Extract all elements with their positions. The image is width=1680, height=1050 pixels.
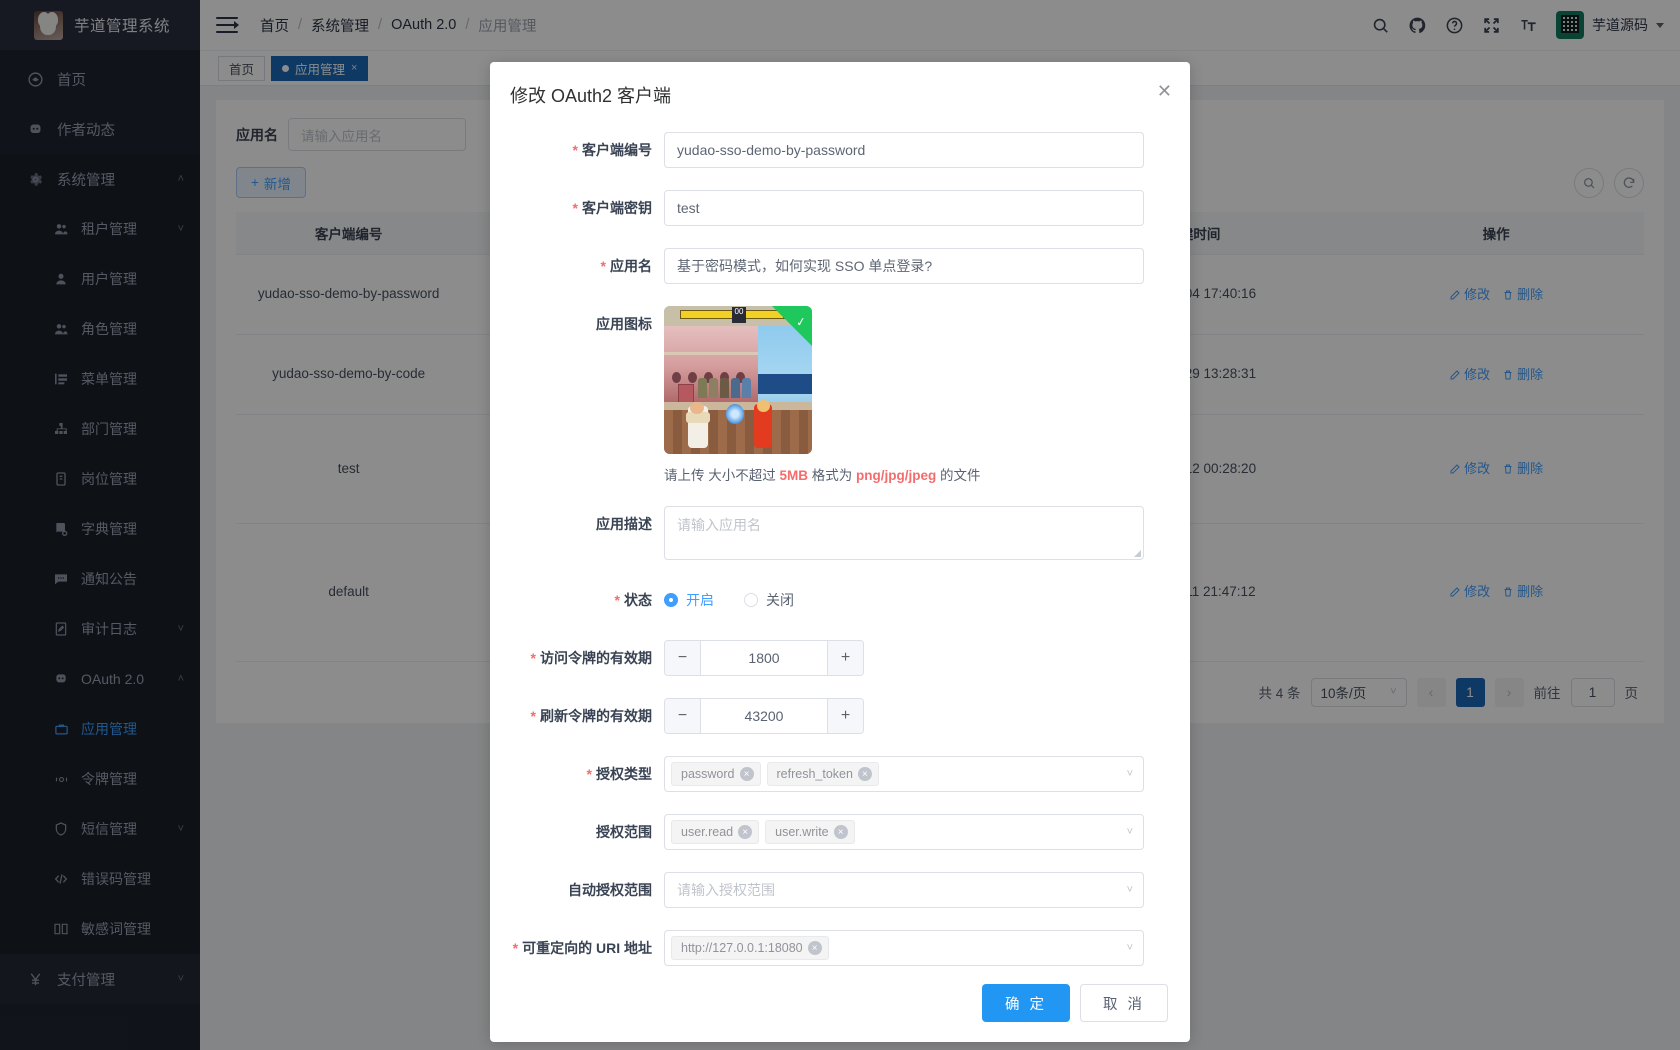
close-icon[interactable]: ✕ — [1157, 82, 1172, 100]
dialog-body: 客户端编号 yudao-sso-demo-by-password 客户端密钥 t… — [490, 108, 1190, 974]
chip[interactable]: user.write × — [765, 820, 855, 844]
chip-label: http://127.0.0.1:18080 — [681, 941, 803, 955]
field-app-icon: 应用图标 — [494, 306, 1166, 484]
chip-label: user.read — [681, 825, 733, 839]
chip-label: password — [681, 767, 735, 781]
field-label: 应用图标 — [494, 306, 664, 342]
refresh-token-validity-value[interactable]: 43200 — [701, 699, 827, 733]
chip[interactable]: http://127.0.0.1:18080 × — [671, 936, 829, 960]
edit-oauth2-client-dialog: 修改 OAuth2 客户端 ✕ 客户端编号 yudao-sso-demo-by-… — [490, 62, 1190, 1042]
client-id-input[interactable]: yudao-sso-demo-by-password — [664, 132, 1144, 168]
hint-suffix: 的文件 — [936, 468, 980, 483]
radio-dot-icon — [744, 593, 758, 607]
plus-icon[interactable]: + — [827, 641, 863, 675]
field-label: 应用描述 — [494, 506, 664, 542]
chevron-down-icon: ˅ — [1127, 884, 1133, 896]
chevron-down-icon: ˅ — [1127, 826, 1133, 838]
chip-close-icon[interactable]: × — [808, 941, 822, 955]
app-root: 芋道管理系统 首页 作者动态 系统管理 ˄ 租户管理 ˅ — [0, 0, 1680, 1050]
chip[interactable]: user.read × — [671, 820, 759, 844]
redirect-uris-select[interactable]: http://127.0.0.1:18080 × ˅ — [664, 930, 1144, 966]
app-description-textarea[interactable]: 请输入应用名 — [664, 506, 1144, 560]
scopes-select[interactable]: user.read × user.write × ˅ — [664, 814, 1144, 850]
chip-close-icon[interactable]: × — [834, 825, 848, 839]
hint-size: 5MB — [780, 468, 809, 483]
chip-close-icon[interactable]: × — [740, 767, 754, 781]
field-status: 状态 开启 关闭 — [494, 582, 1166, 618]
field-label: 授权范围 — [494, 814, 664, 850]
minus-icon[interactable]: − — [665, 641, 701, 675]
access-token-validity-value[interactable]: 1800 — [701, 641, 827, 675]
status-radio-disabled[interactable]: 关闭 — [744, 590, 794, 610]
upload-hint: 请上传 大小不超过 5MB 格式为 png/jpg/jpeg 的文件 — [664, 464, 1144, 484]
hint-prefix: 请上传 大小不超过 — [664, 468, 780, 483]
check-icon: ✓ — [795, 314, 807, 329]
field-access-token-validity: 访问令牌的有效期 − 1800 + — [494, 640, 1166, 676]
field-redirect-uris: 可重定向的 URI 地址 http://127.0.0.1:18080 × ˅ — [494, 930, 1166, 966]
chip-label: user.write — [775, 825, 829, 839]
dialog-header: 修改 OAuth2 客户端 ✕ — [490, 62, 1190, 108]
refresh-token-validity-stepper[interactable]: − 43200 + — [664, 698, 864, 734]
field-app-name: 应用名 基于密码模式，如何实现 SSO 单点登录? — [494, 248, 1166, 284]
field-label: 可重定向的 URI 地址 — [494, 930, 664, 966]
field-label: 客户端密钥 — [494, 190, 664, 226]
cancel-button[interactable]: 取 消 — [1080, 984, 1168, 1022]
client-secret-input[interactable]: test — [664, 190, 1144, 226]
radio-dot-icon — [664, 593, 678, 607]
minus-icon[interactable]: − — [665, 699, 701, 733]
plus-icon[interactable]: + — [827, 699, 863, 733]
field-label: 刷新令牌的有效期 — [494, 698, 664, 734]
hint-formats: png/jpg/jpeg — [856, 468, 936, 483]
grant-types-select[interactable]: password × refresh_token × ˅ — [664, 756, 1144, 792]
field-label: 客户端编号 — [494, 132, 664, 168]
confirm-button[interactable]: 确 定 — [982, 984, 1070, 1022]
field-label: 授权类型 — [494, 756, 664, 792]
select-placeholder: 请输入授权范围 — [671, 880, 775, 900]
app-icon-upload-preview[interactable]: 00 ✓ — [664, 306, 812, 454]
status-radio-enabled[interactable]: 开启 — [664, 590, 714, 610]
dialog-footer: 确 定 取 消 — [490, 974, 1190, 1042]
auto-approve-scopes-select[interactable]: 请输入授权范围 ˅ — [664, 872, 1144, 908]
field-grant-types: 授权类型 password × refresh_token × ˅ — [494, 756, 1166, 792]
dialog-title: 修改 OAuth2 客户端 — [510, 82, 1170, 108]
chip-label: refresh_token — [777, 767, 853, 781]
app-name-input[interactable]: 基于密码模式，如何实现 SSO 单点登录? — [664, 248, 1144, 284]
field-refresh-token-validity: 刷新令牌的有效期 − 43200 + — [494, 698, 1166, 734]
chevron-down-icon: ˅ — [1127, 942, 1133, 954]
radio-label: 关闭 — [766, 590, 794, 610]
field-client-secret: 客户端密钥 test — [494, 190, 1166, 226]
field-label: 访问令牌的有效期 — [494, 640, 664, 676]
field-label: 自动授权范围 — [494, 872, 664, 908]
chevron-down-icon: ˅ — [1127, 768, 1133, 780]
chip-close-icon[interactable]: × — [858, 767, 872, 781]
chip[interactable]: password × — [671, 762, 761, 786]
field-label: 状态 — [494, 582, 664, 618]
field-scopes: 授权范围 user.read × user.write × ˅ — [494, 814, 1166, 850]
chip[interactable]: refresh_token × — [767, 762, 879, 786]
field-app-description: 应用描述 请输入应用名 — [494, 506, 1166, 560]
field-auto-approve-scopes: 自动授权范围 请输入授权范围 ˅ — [494, 872, 1166, 908]
access-token-validity-stepper[interactable]: − 1800 + — [664, 640, 864, 676]
radio-label: 开启 — [686, 590, 714, 610]
chip-close-icon[interactable]: × — [738, 825, 752, 839]
field-client-id: 客户端编号 yudao-sso-demo-by-password — [494, 132, 1166, 168]
hint-middle: 格式为 — [808, 468, 856, 483]
field-label: 应用名 — [494, 248, 664, 284]
